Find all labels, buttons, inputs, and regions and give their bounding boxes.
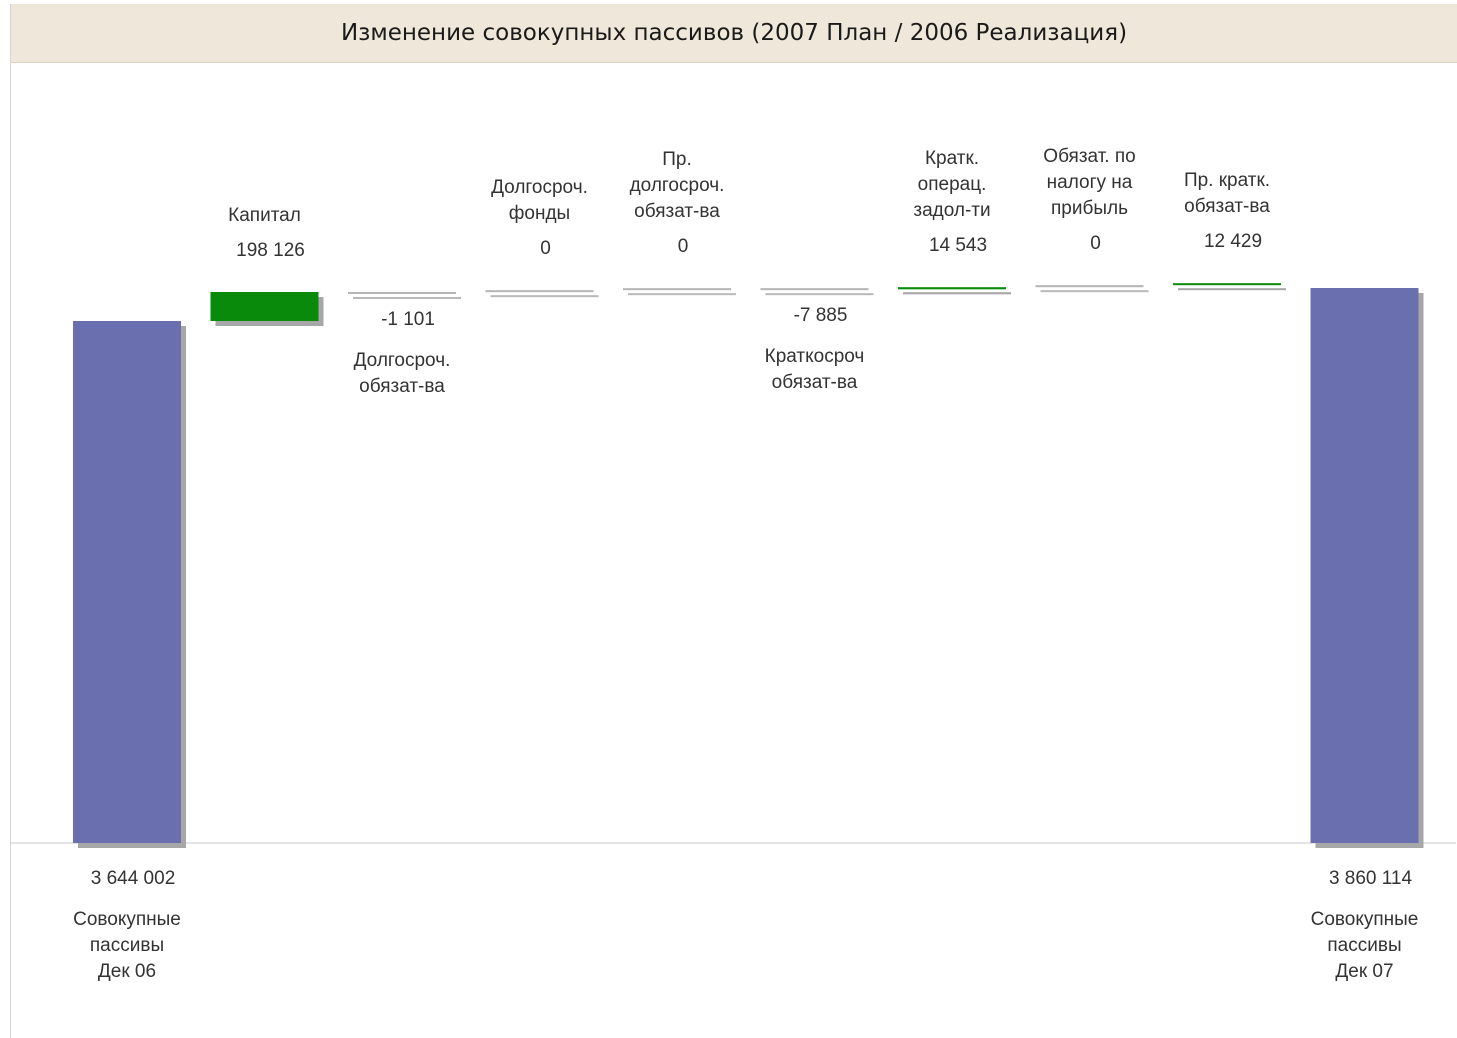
bar-shadow — [765, 293, 874, 296]
bar-decrease — [348, 292, 456, 294]
bar-increase — [898, 287, 1006, 290]
bar-shadow — [903, 292, 1011, 295]
category-label: долгосроч. — [630, 175, 725, 196]
category-label: прибыль — [1051, 198, 1128, 219]
bar-shadow — [1040, 290, 1149, 293]
category-label: Долгосроч. — [354, 350, 451, 371]
bar-decrease — [760, 288, 869, 291]
category-label: операц. — [918, 174, 987, 195]
bar-decrease — [623, 288, 731, 291]
waterfall-chart: 3 644 002 Совокупные пассивы Дек 06 198 126 К… — [10, 146, 1456, 982]
category-label: пассивы — [90, 935, 164, 956]
data-label-value: 14 543 — [929, 235, 987, 256]
data-label-value: 0 — [540, 238, 551, 259]
bar-decrease — [485, 290, 594, 293]
bar-decrease — [1035, 285, 1144, 288]
data-label-value: 0 — [678, 236, 689, 257]
category-label: обязат-ва — [359, 376, 445, 397]
data-label-value: 198 126 — [236, 240, 305, 261]
bar-increase — [1173, 283, 1281, 286]
bar-shadow — [628, 293, 736, 296]
category-label: задол-ти — [913, 200, 990, 221]
bar-total — [73, 321, 181, 843]
bar-shadow — [1178, 288, 1286, 291]
category-label: обязат-ва — [634, 201, 720, 222]
category-label: Кратк. — [925, 148, 979, 169]
category-label: Капитал — [228, 205, 301, 226]
category-label: пассивы — [1327, 935, 1401, 956]
data-label-value: 12 429 — [1204, 231, 1262, 252]
data-label-value: 3 860 114 — [1329, 868, 1413, 889]
data-label-value: -7 885 — [794, 305, 848, 326]
category-label: Пр. кратк. — [1184, 170, 1270, 191]
category-label: Совокупные — [73, 909, 181, 930]
category-label: обязат-ва — [772, 372, 858, 393]
category-label: Обязат. по — [1043, 146, 1135, 167]
category-label: Долгосроч. — [491, 177, 588, 198]
category-label: обязат-ва — [1184, 196, 1270, 217]
category-label: Совокупные — [1311, 909, 1419, 930]
data-label-value: 3 644 002 — [91, 868, 176, 889]
category-label: налогу на — [1047, 172, 1133, 193]
data-label-value: 0 — [1090, 233, 1101, 254]
category-label: Краткосроч — [765, 346, 865, 367]
category-label: Дек 07 — [1335, 961, 1393, 982]
bar-increase — [210, 292, 319, 321]
category-label: Пр. — [662, 149, 692, 170]
category-label: фонды — [509, 203, 570, 224]
category-label: Дек 06 — [98, 961, 156, 982]
bar-shadow — [353, 297, 461, 299]
data-label-value: -1 101 — [381, 309, 435, 330]
bar-total — [1310, 288, 1419, 843]
bar-shadow — [490, 295, 599, 298]
